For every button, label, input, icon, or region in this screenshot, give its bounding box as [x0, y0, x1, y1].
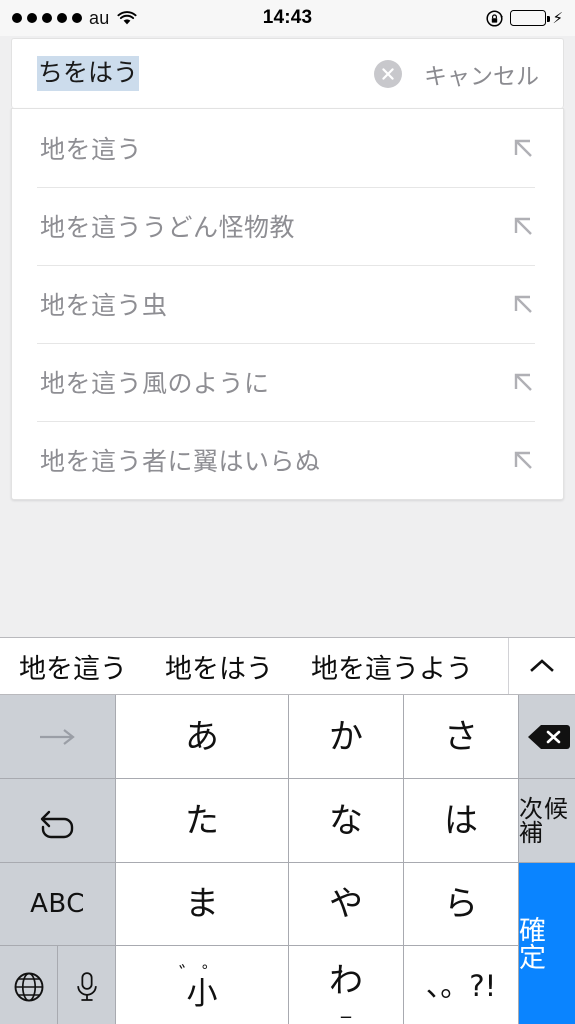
key-next-candidate[interactable]: 次候補: [519, 779, 575, 862]
chevron-up-icon: [527, 656, 557, 676]
suggestion-text: 地を這う虫: [40, 291, 168, 320]
key-sa[interactable]: さ: [404, 695, 518, 778]
search-input[interactable]: ちをはう: [12, 39, 374, 108]
ime-candidate-bar: 地を這う 地をはう 地を這うよう: [0, 637, 575, 695]
list-item[interactable]: 地を這う風のように: [12, 343, 563, 421]
key-ta[interactable]: た: [116, 779, 288, 862]
search-suggestions-list: 地を這う 地を這ううどん怪物教 地を這う虫 地を這う風のように 地を這う者に翼は…: [11, 108, 564, 500]
key-microphone[interactable]: [58, 946, 115, 1024]
status-bar: au 14:43 ⚡: [0, 0, 575, 36]
key-label-group: わ _: [329, 961, 363, 1018]
globe-icon: [12, 970, 46, 1004]
key-globe-mic-group: [0, 946, 115, 1024]
key-label: わ: [329, 961, 363, 1001]
key-confirm[interactable]: 確定: [519, 863, 575, 1024]
clear-search-button[interactable]: [374, 59, 402, 88]
delete-backspace-icon: [527, 722, 571, 752]
suggestion-text: 地を這う: [40, 135, 143, 164]
key-label: な: [329, 800, 363, 841]
key-label: た: [185, 800, 219, 841]
key-label: か: [329, 716, 363, 757]
arrow-northwest-icon[interactable]: [508, 445, 538, 475]
search-bar[interactable]: ちをはう キャンセル: [11, 38, 564, 108]
expand-candidates-button[interactable]: [508, 638, 575, 694]
undo-icon: [37, 802, 79, 840]
key-small-dakuten[interactable]: ゛゜ 小: [116, 946, 288, 1024]
key-a[interactable]: あ: [116, 695, 288, 778]
key-label: ま: [185, 884, 219, 924]
suggestion-text: 地を這う風のように: [40, 369, 270, 398]
candidate-list: 地を這う 地をはう 地を這うよう: [0, 638, 508, 694]
key-globe[interactable]: [0, 946, 57, 1024]
key-ka[interactable]: か: [289, 695, 403, 778]
key-label: 、。?!: [425, 969, 497, 1003]
candidate-item[interactable]: 地を這う: [0, 638, 146, 694]
key-label: ABC: [30, 889, 85, 919]
key-label: さ: [444, 716, 478, 757]
status-bar-clock: 14:43: [262, 7, 313, 28]
key-underscore-label: _: [341, 994, 351, 1018]
key-label: 確定: [519, 916, 550, 974]
microphone-icon: [74, 970, 100, 1004]
key-wa[interactable]: わ _: [289, 946, 403, 1024]
key-label: あ: [185, 716, 219, 757]
key-cursor-right[interactable]: [0, 695, 115, 778]
key-na[interactable]: な: [289, 779, 403, 862]
phone-screen: au 14:43 ⚡ ちをはう キャンセル 地を這う 地を這ううどん怪物教 地を…: [0, 0, 575, 1024]
key-ya[interactable]: や: [289, 863, 403, 945]
arrow-northwest-icon[interactable]: [508, 133, 538, 163]
suggestion-text: 地を這う者に翼はいらぬ: [40, 447, 321, 476]
cancel-button[interactable]: キャンセル: [424, 57, 563, 91]
japanese-kana-keyboard: あ か さ た な は 次候補 ABC ま や ら 確定 ゛゜ 小 わ _ 、。…: [0, 695, 575, 1024]
arrow-northwest-icon[interactable]: [508, 367, 538, 397]
list-item[interactable]: 地を這う者に翼はいらぬ: [12, 421, 563, 499]
key-abc[interactable]: ABC: [0, 863, 115, 945]
key-label: 次候補: [519, 794, 569, 847]
key-ma[interactable]: ま: [116, 863, 288, 945]
key-label: や: [329, 884, 363, 924]
list-item[interactable]: 地を這う虫: [12, 265, 563, 343]
arrow-right-icon: [36, 726, 80, 748]
key-label: は: [444, 800, 478, 841]
suggestion-text: 地を這ううどん怪物教: [40, 213, 296, 242]
search-marked-text: ちをはう: [37, 56, 140, 91]
candidate-item[interactable]: 地をはう: [146, 638, 292, 694]
key-undo[interactable]: [0, 779, 115, 862]
key-delete[interactable]: [519, 695, 575, 778]
list-item[interactable]: 地を這う: [12, 109, 563, 187]
key-label-group: ゛゜ 小: [179, 964, 225, 1010]
arrow-northwest-icon[interactable]: [508, 211, 538, 241]
key-label: 小: [186, 975, 218, 1012]
arrow-northwest-icon[interactable]: [508, 289, 538, 319]
key-ha[interactable]: は: [404, 779, 518, 862]
list-item[interactable]: 地を這ううどん怪物教: [12, 187, 563, 265]
key-punctuation[interactable]: 、。?!: [404, 946, 518, 1024]
battery-icon: [510, 10, 550, 26]
key-ra[interactable]: ら: [404, 863, 518, 945]
candidate-item[interactable]: 地を這うよう: [292, 638, 492, 694]
key-label: ら: [444, 884, 478, 924]
